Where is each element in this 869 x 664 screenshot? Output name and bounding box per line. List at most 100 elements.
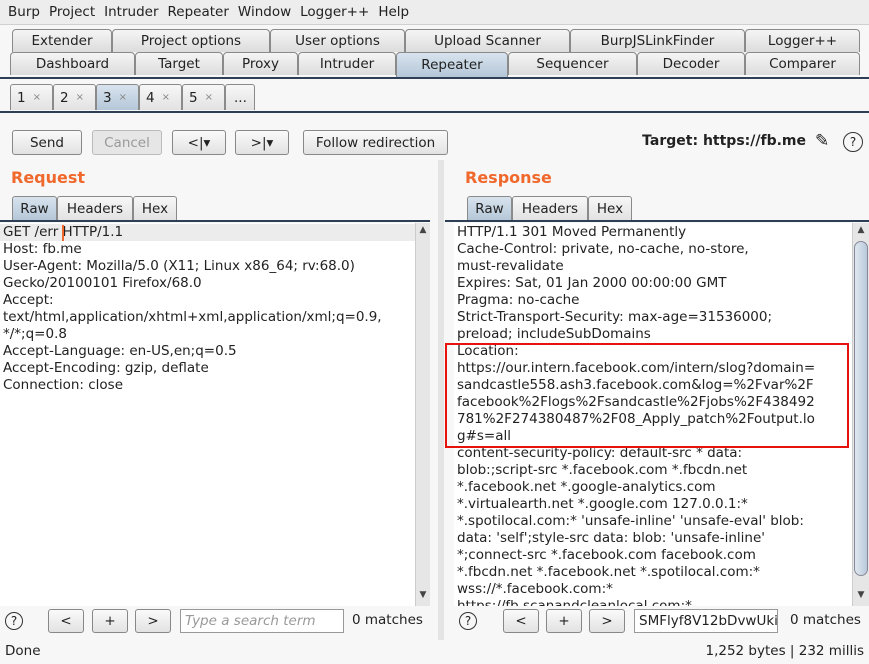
menu-logger[interactable]: Logger++ xyxy=(298,4,371,20)
menu-burp[interactable]: Burp xyxy=(6,4,42,20)
response-line: https://fb.scanandcleanlocal.com:* xyxy=(457,598,692,606)
response-matches: 0 matches xyxy=(790,612,861,628)
help-icon[interactable]: ? xyxy=(459,612,477,630)
close-icon[interactable]: × xyxy=(162,92,170,103)
search-prev-button[interactable]: < xyxy=(503,609,539,633)
tab-target[interactable]: Target xyxy=(135,52,223,75)
send-button[interactable]: Send xyxy=(12,130,82,155)
request-line: Host: fb.me xyxy=(3,241,82,257)
response-line: Strict-Transport-Security: max-age=31536… xyxy=(457,309,773,325)
response-line: data: 'self';style-src data: blob: 'unsa… xyxy=(457,530,765,546)
response-line: Cache-Control: private, no-cache, no-sto… xyxy=(457,241,749,257)
pencil-icon[interactable]: ✎ xyxy=(815,131,829,151)
target-label: Target: https://fb.me xyxy=(642,133,806,149)
tab-user-options[interactable]: User options xyxy=(270,29,405,52)
response-tab-raw[interactable]: Raw xyxy=(467,196,512,220)
menu-intruder[interactable]: Intruder xyxy=(102,4,160,20)
menu-window[interactable]: Window xyxy=(236,4,293,20)
tab-decoder[interactable]: Decoder xyxy=(637,52,745,75)
divider xyxy=(0,77,869,79)
tab-logger[interactable]: Logger++ xyxy=(745,29,860,52)
repeater-tab-more[interactable]: ... xyxy=(225,84,255,110)
response-line: *.facebook.net *.google-analytics.com xyxy=(457,479,716,495)
search-next-button[interactable]: > xyxy=(135,609,171,633)
tab-intruder[interactable]: Intruder xyxy=(298,52,396,75)
tab-label: 3 xyxy=(103,89,112,106)
tab-proxy[interactable]: Proxy xyxy=(223,52,298,75)
split-pane-divider[interactable] xyxy=(438,160,444,640)
response-scrollbar[interactable]: ▲ ▼ xyxy=(852,223,869,606)
scrollbar-thumb[interactable] xyxy=(854,241,868,576)
response-line: Pragma: no-cache xyxy=(457,292,580,308)
divider xyxy=(0,220,430,222)
repeater-tab-5[interactable]: 5 × xyxy=(182,84,225,110)
forward-button[interactable]: >|▾ xyxy=(235,130,289,155)
repeater-tab-3[interactable]: 3 × xyxy=(96,84,139,110)
close-icon[interactable]: × xyxy=(205,92,213,103)
response-line: Expires: Sat, 01 Jan 2000 00:00:00 GMT xyxy=(457,275,727,291)
scroll-down-icon[interactable]: ▼ xyxy=(416,590,430,604)
location-highlight-box xyxy=(445,343,849,448)
response-search-input[interactable]: SMFlyf8V12bDvwUki xyxy=(634,609,778,633)
tab-burpjslinkfinder[interactable]: BurpJSLinkFinder xyxy=(570,29,745,52)
divider xyxy=(445,220,869,222)
response-tab-headers[interactable]: Headers xyxy=(512,196,588,220)
tab-label: 5 xyxy=(189,89,198,106)
search-add-button[interactable]: + xyxy=(92,609,128,633)
request-line: text/html,application/xhtml+xml,applicat… xyxy=(3,309,382,325)
menu-bar: Burp Project Intruder Repeater Window Lo… xyxy=(0,0,869,25)
close-icon[interactable]: × xyxy=(76,92,84,103)
request-line: User-Agent: Mozilla/5.0 (X11; Linux x86_… xyxy=(3,258,355,274)
response-title: Response xyxy=(465,168,552,187)
request-line: Accept-Encoding: gzip, deflate xyxy=(3,360,209,376)
text-cursor xyxy=(62,225,64,241)
tab-comparer[interactable]: Comparer xyxy=(745,52,860,75)
tab-row-1: Extender Project options User options Up… xyxy=(0,29,869,52)
request-tab-headers[interactable]: Headers xyxy=(57,196,133,220)
menu-repeater[interactable]: Repeater xyxy=(166,4,231,20)
tab-project-options[interactable]: Project options xyxy=(112,29,270,52)
request-scrollbar[interactable]: ▲ ▼ xyxy=(415,223,430,606)
request-matches: 0 matches xyxy=(352,612,423,628)
menu-project[interactable]: Project xyxy=(47,4,97,20)
search-next-button[interactable]: > xyxy=(589,609,625,633)
help-icon[interactable]: ? xyxy=(5,612,23,630)
scroll-up-icon[interactable]: ▲ xyxy=(416,225,430,239)
request-search-input[interactable]: Type a search term xyxy=(180,609,344,633)
search-add-button[interactable]: + xyxy=(546,609,582,633)
response-line: *;connect-src *.facebook.com facebook.co… xyxy=(457,547,756,563)
response-stats: 1,252 bytes | 232 millis xyxy=(705,643,864,659)
request-line: Accept-Language: en-US,en;q=0.5 xyxy=(3,343,237,359)
repeater-tab-4[interactable]: 4 × xyxy=(139,84,182,110)
request-editor[interactable]: GET /err HTTP/1.1 Host: fb.me User-Agent… xyxy=(0,223,415,606)
follow-redirection-button[interactable]: Follow redirection xyxy=(303,130,448,155)
tab-label: 2 xyxy=(60,89,69,106)
response-line: *.spotilocal.com:* 'unsafe-inline' 'unsa… xyxy=(457,513,804,529)
tab-extender[interactable]: Extender xyxy=(12,29,112,52)
response-line: HTTP/1.1 301 Moved Permanently xyxy=(457,224,687,240)
response-line: preload; includeSubDomains xyxy=(457,326,651,342)
response-line: wss://*.facebook.com:* xyxy=(457,581,613,597)
tab-repeater[interactable]: Repeater xyxy=(396,52,508,77)
response-tab-hex[interactable]: Hex xyxy=(588,196,632,220)
close-icon[interactable]: × xyxy=(119,92,127,103)
back-button[interactable]: <|▾ xyxy=(172,130,226,155)
close-icon[interactable]: × xyxy=(33,92,41,103)
tab-dashboard[interactable]: Dashboard xyxy=(10,52,135,75)
tab-upload-scanner[interactable]: Upload Scanner xyxy=(405,29,570,52)
cancel-button[interactable]: Cancel xyxy=(92,130,162,155)
request-line: Gecko/20100101 Firefox/68.0 xyxy=(3,275,202,291)
search-prev-button[interactable]: < xyxy=(48,609,84,633)
repeater-tab-1[interactable]: 1 × xyxy=(10,84,53,110)
scroll-down-icon[interactable]: ▼ xyxy=(853,590,869,604)
response-line: must-revalidate xyxy=(457,258,564,274)
menu-help[interactable]: Help xyxy=(376,4,411,20)
response-line: *.virtualearth.net *.google.com 127.0.0.… xyxy=(457,496,748,512)
tab-sequencer[interactable]: Sequencer xyxy=(508,52,637,75)
repeater-tab-2[interactable]: 2 × xyxy=(53,84,96,110)
request-tab-hex[interactable]: Hex xyxy=(133,196,177,220)
request-line: */*;q=0.8 xyxy=(3,326,67,342)
request-tab-raw[interactable]: Raw xyxy=(12,196,57,220)
help-icon[interactable]: ? xyxy=(843,132,863,152)
scroll-up-icon[interactable]: ▲ xyxy=(853,225,869,239)
